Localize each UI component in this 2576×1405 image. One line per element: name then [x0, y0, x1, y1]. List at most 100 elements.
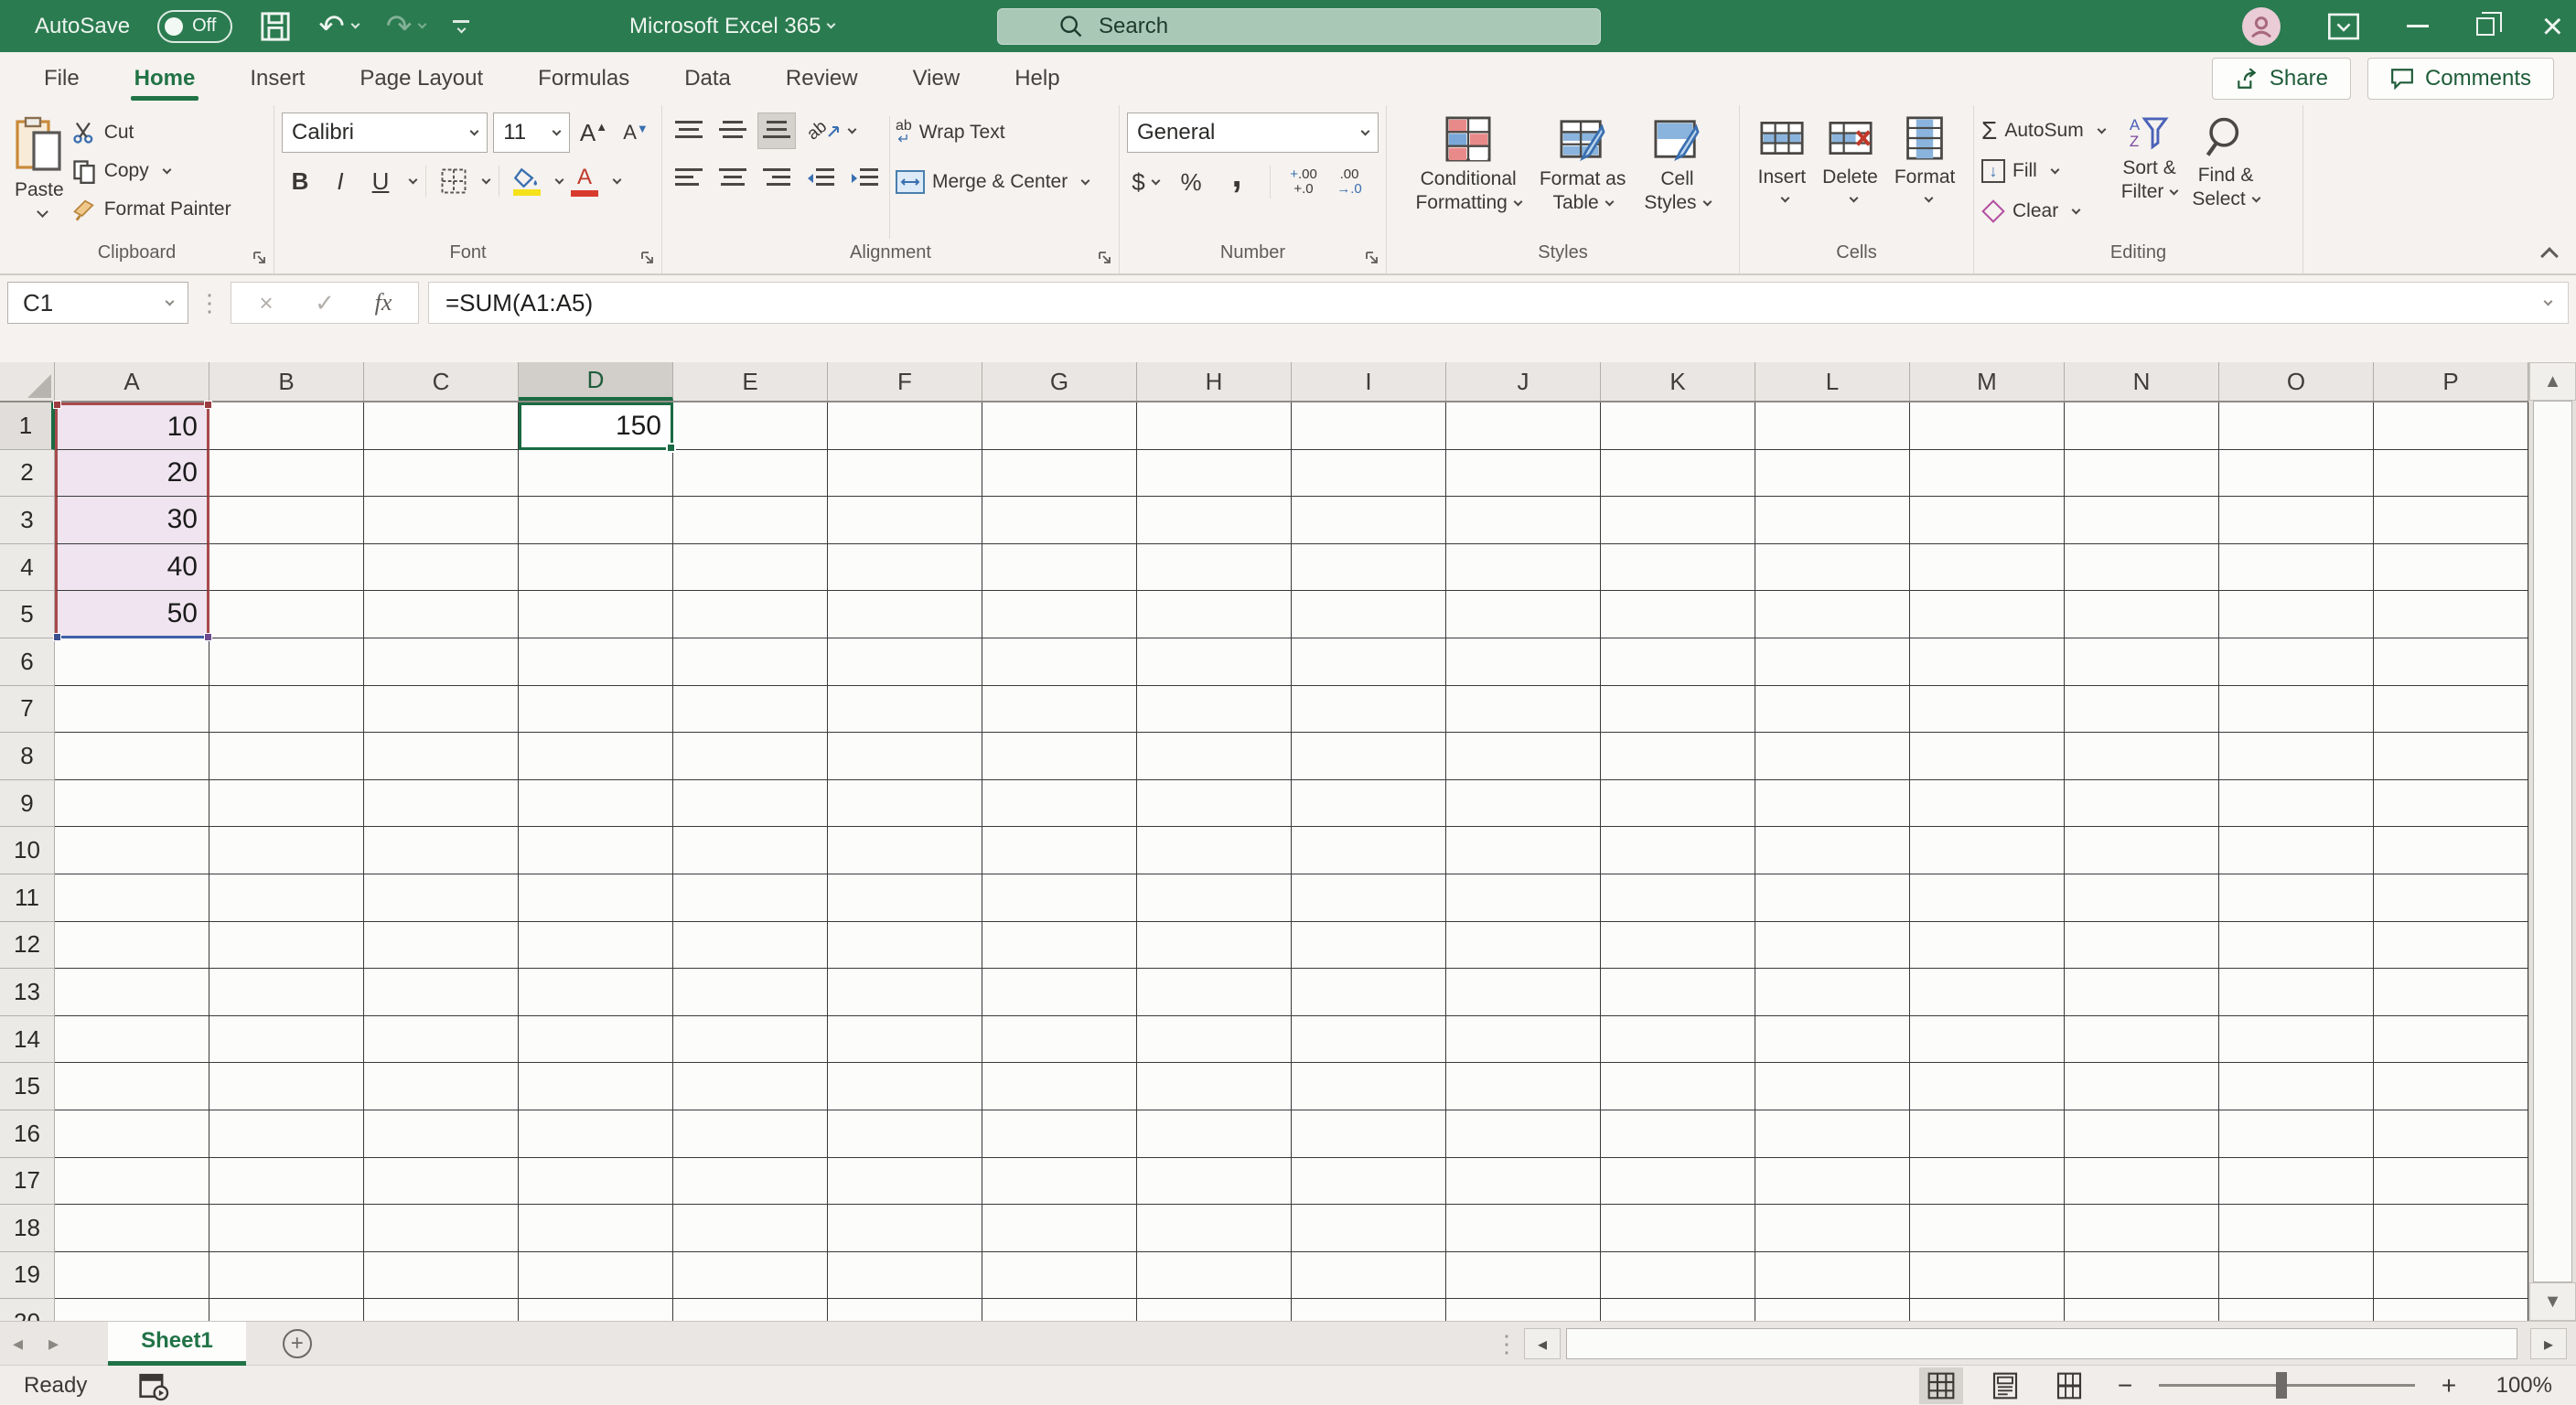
cell-N16[interactable]	[2065, 1110, 2219, 1158]
tab-data[interactable]: Data	[657, 52, 758, 105]
cell-A4[interactable]: 40	[55, 543, 209, 592]
cell-B9[interactable]	[209, 779, 364, 828]
cell-D2[interactable]	[519, 449, 673, 498]
customize-quick-access-button[interactable]	[453, 6, 470, 47]
cell-K18[interactable]	[1601, 1205, 1755, 1252]
cell-A17[interactable]	[55, 1157, 209, 1206]
cell-L3[interactable]	[1755, 497, 1910, 544]
cell-K3[interactable]	[1601, 497, 1755, 544]
cell-J19[interactable]	[1446, 1251, 1601, 1300]
cell-D20[interactable]	[519, 1299, 673, 1321]
cell-I2[interactable]	[1292, 449, 1446, 498]
cell-N20[interactable]	[2065, 1299, 2219, 1321]
cell-B6[interactable]	[209, 638, 364, 686]
cell-O18[interactable]	[2219, 1205, 2374, 1252]
row-header-13[interactable]: 13	[0, 969, 55, 1016]
cell-P3[interactable]	[2374, 497, 2528, 544]
cell-F4[interactable]	[828, 543, 982, 592]
cell-N18[interactable]	[2065, 1205, 2219, 1252]
merge-center-button[interactable]: Merge & Center	[896, 164, 1090, 200]
cell-A18[interactable]	[55, 1205, 209, 1252]
cell-G5[interactable]	[982, 591, 1137, 638]
cell-A3[interactable]: 30	[55, 497, 209, 544]
cell-G9[interactable]	[982, 779, 1137, 828]
cell-B8[interactable]	[209, 733, 364, 780]
format-cells-button[interactable]: Format	[1887, 113, 1963, 242]
comments-button[interactable]: Comments	[2367, 58, 2554, 100]
cell-B3[interactable]	[209, 497, 364, 544]
cell-H20[interactable]	[1137, 1299, 1292, 1321]
cell-L19[interactable]	[1755, 1251, 1910, 1300]
cell-A1[interactable]: 10	[53, 401, 212, 450]
cell-A5[interactable]: 50	[53, 591, 212, 641]
cell-I20[interactable]	[1292, 1299, 1446, 1321]
font-name-select[interactable]: Calibri	[282, 113, 488, 153]
cell-A14[interactable]	[55, 1015, 209, 1064]
cell-O19[interactable]	[2219, 1251, 2374, 1300]
formula-input[interactable]: =SUM(A1:A5)	[428, 282, 2569, 324]
cell-G12[interactable]	[982, 921, 1137, 970]
cell-A19[interactable]	[55, 1251, 209, 1300]
cell-M10[interactable]	[1910, 827, 2065, 874]
cell-N4[interactable]	[2065, 543, 2219, 592]
cell-I4[interactable]	[1292, 543, 1446, 592]
cell-P18[interactable]	[2374, 1205, 2528, 1252]
cell-D15[interactable]	[519, 1063, 673, 1110]
cell-B12[interactable]	[209, 921, 364, 970]
cell-E19[interactable]	[673, 1251, 828, 1300]
cell-A16[interactable]	[55, 1110, 209, 1158]
row-header-18[interactable]: 18	[0, 1205, 55, 1252]
column-header-K[interactable]: K	[1601, 362, 1755, 401]
cell-B4[interactable]	[209, 543, 364, 592]
cell-I18[interactable]	[1292, 1205, 1446, 1252]
zoom-in-button[interactable]: +	[2435, 1371, 2463, 1400]
cell-I16[interactable]	[1292, 1110, 1446, 1158]
cell-D10[interactable]	[519, 827, 673, 874]
cell-F15[interactable]	[828, 1063, 982, 1110]
cell-J13[interactable]	[1446, 969, 1601, 1016]
cell-B11[interactable]	[209, 874, 364, 922]
cell-A10[interactable]	[55, 827, 209, 874]
cell-N5[interactable]	[2065, 591, 2219, 638]
account-avatar[interactable]	[2241, 6, 2281, 46]
row-header-9[interactable]: 9	[0, 779, 55, 828]
ribbon-display-options-button[interactable]	[2327, 6, 2359, 47]
cell-L17[interactable]	[1755, 1157, 1910, 1206]
orientation-button[interactable]: ab	[801, 113, 862, 149]
cell-N19[interactable]	[2065, 1251, 2219, 1300]
cell-A6[interactable]	[55, 638, 209, 686]
cell-I10[interactable]	[1292, 827, 1446, 874]
top-align-button[interactable]	[670, 113, 708, 149]
cell-E15[interactable]	[673, 1063, 828, 1110]
cell-K13[interactable]	[1601, 969, 1755, 1016]
cell-E12[interactable]	[673, 921, 828, 970]
cell-M17[interactable]	[1910, 1157, 2065, 1206]
cell-J15[interactable]	[1446, 1063, 1601, 1110]
cell-A11[interactable]	[55, 874, 209, 922]
column-header-N[interactable]: N	[2065, 362, 2219, 401]
cell-E14[interactable]	[673, 1015, 828, 1064]
range-handle[interactable]	[53, 401, 61, 409]
increase-indent-button[interactable]	[845, 160, 884, 197]
cell-F12[interactable]	[828, 921, 982, 970]
cell-J4[interactable]	[1446, 543, 1601, 592]
decrease-decimal-button[interactable]: .00 →.0	[1331, 163, 1368, 201]
cell-J17[interactable]	[1446, 1157, 1601, 1206]
column-header-I[interactable]: I	[1292, 362, 1446, 401]
page-break-preview-button[interactable]	[2047, 1367, 2091, 1404]
cell-M15[interactable]	[1910, 1063, 2065, 1110]
close-button[interactable]: ×	[2542, 6, 2563, 47]
cell-A2[interactable]: 20	[55, 449, 209, 498]
cell-M1[interactable]	[1910, 402, 2065, 450]
cell-O2[interactable]	[2219, 449, 2374, 498]
cell-N1[interactable]	[2065, 402, 2219, 450]
scroll-up-button[interactable]: ▲	[2529, 362, 2576, 401]
cell-D4[interactable]	[519, 543, 673, 592]
cell-N10[interactable]	[2065, 827, 2219, 874]
cell-E9[interactable]	[673, 779, 828, 828]
cell-E8[interactable]	[673, 733, 828, 780]
cell-I13[interactable]	[1292, 969, 1446, 1016]
column-header-G[interactable]: G	[982, 362, 1137, 401]
cell-C1[interactable]	[364, 402, 519, 450]
cell-C19[interactable]	[364, 1251, 519, 1300]
